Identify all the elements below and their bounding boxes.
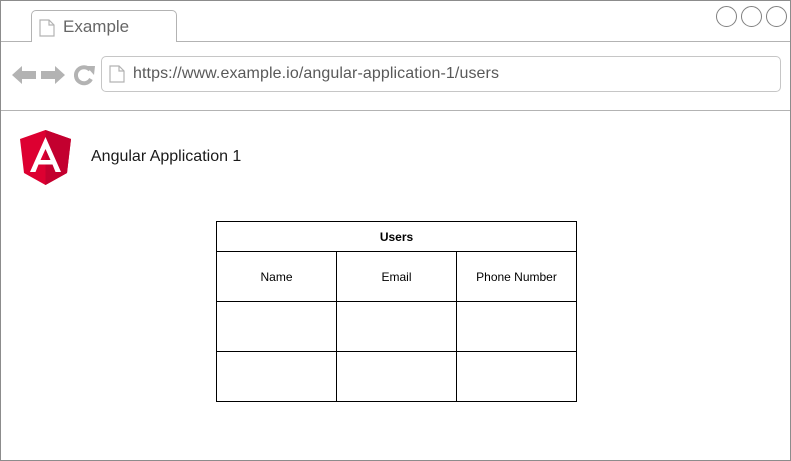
table-cell bbox=[216, 301, 337, 352]
close-button[interactable] bbox=[766, 6, 787, 27]
reload-icon[interactable] bbox=[72, 64, 96, 86]
app-title: Angular Application 1 bbox=[91, 148, 242, 165]
title-bar: Example bbox=[1, 1, 790, 42]
column-header-phone: Phone Number bbox=[456, 251, 577, 302]
angular-logo bbox=[20, 130, 71, 185]
table-cell bbox=[456, 351, 577, 402]
minimize-button[interactable] bbox=[716, 6, 737, 27]
address-bar[interactable]: https://www.example.io/angular-applicati… bbox=[101, 56, 781, 92]
maximize-button[interactable] bbox=[741, 6, 762, 27]
table-cell bbox=[216, 351, 337, 402]
browser-tab[interactable]: Example bbox=[31, 10, 177, 42]
url-text: https://www.example.io/angular-applicati… bbox=[133, 65, 500, 82]
arrow-left-icon[interactable] bbox=[11, 65, 37, 85]
table-row bbox=[216, 301, 577, 352]
arrow-right-icon[interactable] bbox=[40, 65, 66, 85]
column-header-email: Email bbox=[336, 251, 457, 302]
table-header-row: Name Email Phone Number bbox=[216, 251, 577, 302]
column-header-name: Name bbox=[216, 251, 337, 302]
navigation-bar: https://www.example.io/angular-applicati… bbox=[1, 42, 790, 111]
table-cell bbox=[336, 351, 457, 402]
document-icon bbox=[109, 65, 125, 83]
tab-title: Example bbox=[63, 17, 130, 36]
table-row bbox=[216, 351, 577, 402]
table-caption: Users bbox=[216, 221, 577, 252]
users-table: Users Name Email Phone Number bbox=[216, 221, 577, 402]
document-icon bbox=[39, 19, 55, 37]
table-cell bbox=[336, 301, 457, 352]
table-cell bbox=[456, 301, 577, 352]
browser-window: Example https://www.example.io/angular-a… bbox=[0, 0, 791, 461]
